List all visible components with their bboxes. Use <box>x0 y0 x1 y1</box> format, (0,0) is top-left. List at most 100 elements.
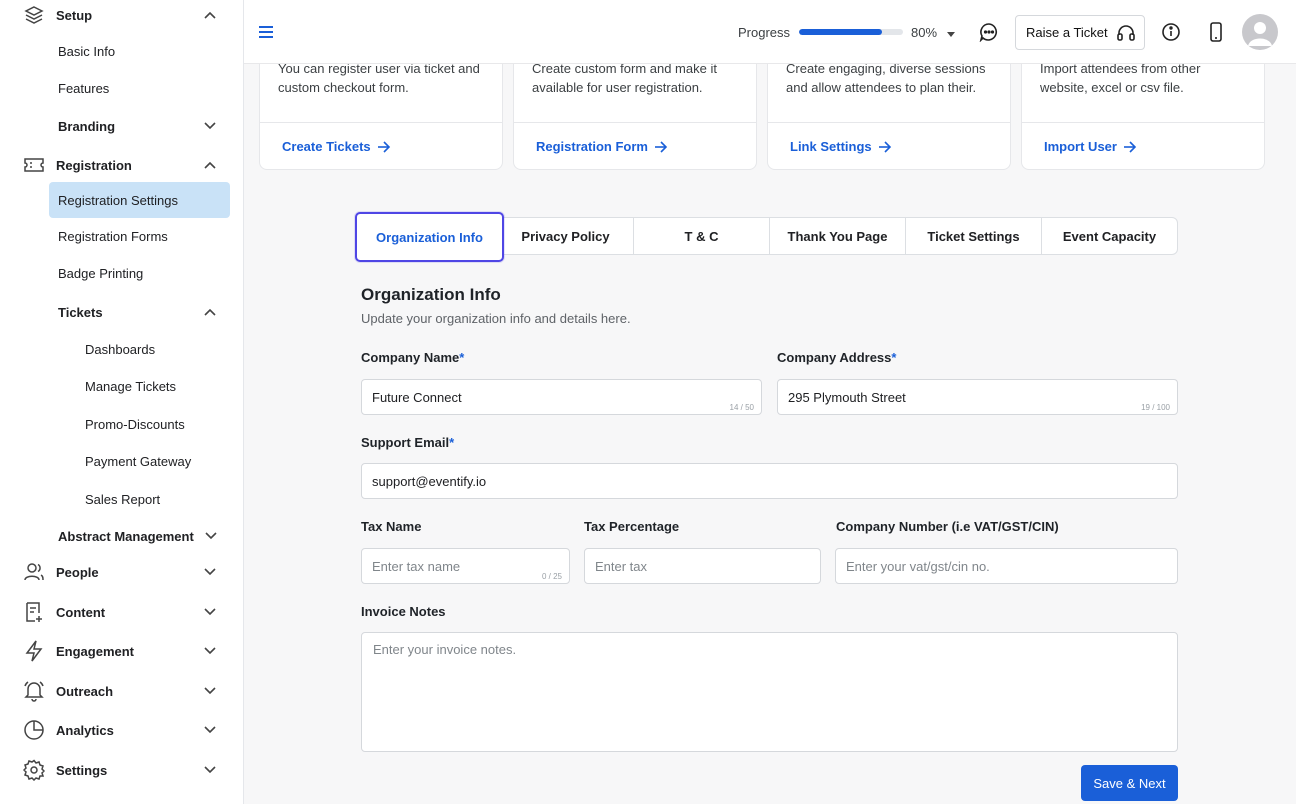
arrow-right-icon <box>1123 140 1137 153</box>
tax-percentage-input[interactable]: Enter tax <box>584 548 821 584</box>
sidebar-item-features[interactable]: Features <box>0 70 243 106</box>
sidebar-item-outreach[interactable]: Outreach <box>0 673 243 709</box>
section-subtitle: Update your organization info and detail… <box>361 311 631 326</box>
card-divider <box>768 122 1010 123</box>
tab-organization-info[interactable]: Organization Info <box>355 212 504 262</box>
input-placeholder: Enter your vat/gst/cin no. <box>846 558 990 574</box>
sidebar-label: Settings <box>56 762 108 778</box>
arrow-right-icon <box>878 140 891 153</box>
link-settings-link[interactable]: Link Settings <box>790 139 892 154</box>
sidebar-item-manage-tickets[interactable]: Manage Tickets <box>0 368 243 404</box>
sidebar-label: Dashboards <box>85 341 156 357</box>
chevron-down-icon[interactable] <box>200 562 220 582</box>
tab-privacy-policy[interactable]: Privacy Policy <box>498 218 634 254</box>
sidebar-item-setup[interactable]: Setup <box>0 0 243 33</box>
gear-icon <box>22 758 46 782</box>
arrow-right-icon <box>377 140 390 153</box>
layers-icon <box>22 3 46 27</box>
sidebar-item-analytics[interactable]: Analytics <box>0 712 243 748</box>
char-counter: 14 / 50 <box>729 403 754 412</box>
sidebar-item-payment-gateway[interactable]: Payment Gateway <box>0 443 243 479</box>
sidebar-label: Tickets <box>58 304 103 320</box>
sidebar-label: Analytics <box>56 722 114 738</box>
sidebar-item-branding[interactable]: Branding <box>0 108 243 144</box>
sidebar-label: Engagement <box>56 643 135 659</box>
tax-name-input[interactable]: Enter tax name 0 / 25 <box>361 548 570 584</box>
sidebar-item-promo-discounts[interactable]: Promo-Discounts <box>0 406 243 442</box>
document-edit-icon <box>22 600 46 624</box>
chevron-down-icon[interactable] <box>200 681 220 701</box>
info-icon[interactable] <box>1159 20 1183 44</box>
tab-label: T & C <box>684 228 719 244</box>
sidebar-item-sales-report[interactable]: Sales Report <box>0 481 243 517</box>
char-counter: 19 / 100 <box>1141 403 1170 412</box>
company-number-input[interactable]: Enter your vat/gst/cin no. <box>835 548 1178 584</box>
sidebar-item-registration[interactable]: Registration <box>0 147 243 183</box>
tax-name-label: Tax Name <box>361 519 422 534</box>
card-description: You can register user via ticket and cus… <box>278 61 480 95</box>
chevron-down-icon[interactable] <box>200 720 220 740</box>
input-value: 295 Plymouth Street <box>788 389 906 405</box>
sidebar-label: Badge Printing <box>58 265 144 281</box>
sidebar-label: Promo-Discounts <box>85 416 185 432</box>
tab-label: Event Capacity <box>1062 228 1157 244</box>
progress-percent: 80% <box>911 25 938 40</box>
tab-thank-you-page[interactable]: Thank You Page <box>770 218 906 254</box>
chevron-down-icon[interactable] <box>200 760 220 780</box>
chevron-down-icon[interactable] <box>200 602 220 622</box>
import-user-link[interactable]: Import User <box>1044 139 1137 154</box>
menu-icon[interactable] <box>258 24 274 40</box>
save-next-button[interactable]: Save & Next <box>1081 765 1178 801</box>
headset-icon <box>1116 23 1136 46</box>
chat-icon[interactable] <box>977 20 1001 44</box>
chevron-up-icon[interactable] <box>200 302 220 322</box>
sidebar-item-dashboards[interactable]: Dashboards <box>0 331 243 367</box>
sidebar-item-people[interactable]: People <box>0 554 243 590</box>
tab-terms-conditions[interactable]: T & C <box>634 218 770 254</box>
sidebar-item-abstract-management[interactable]: Abstract Management <box>0 518 243 554</box>
sidebar-label: People <box>56 564 99 580</box>
tab-label: Thank You Page <box>787 228 888 244</box>
sidebar-item-tickets[interactable]: Tickets <box>0 294 243 330</box>
chevron-up-icon[interactable] <box>200 5 220 25</box>
tab-label: Organization Info <box>376 229 483 245</box>
ticket-icon <box>22 153 46 177</box>
card-divider <box>260 122 502 123</box>
sidebar-label: Outreach <box>56 683 114 699</box>
chevron-down-icon[interactable] <box>200 116 220 136</box>
raise-ticket-label: Raise a Ticket <box>1026 25 1108 40</box>
sidebar-item-content[interactable]: Content <box>0 594 243 630</box>
card-description: Create engaging, diverse sessions and al… <box>786 61 986 95</box>
tab-label: Privacy Policy <box>521 228 610 244</box>
support-email-input[interactable]: support@eventify.io <box>361 463 1178 499</box>
card-cta-label: Create Tickets <box>282 139 371 154</box>
input-placeholder: Enter tax <box>595 558 648 574</box>
mobile-icon[interactable] <box>1204 20 1228 44</box>
create-tickets-link[interactable]: Create Tickets <box>282 139 391 154</box>
tab-event-capacity[interactable]: Event Capacity <box>1042 218 1177 254</box>
input-value: Future Connect <box>372 389 462 405</box>
sidebar-label: Basic Info <box>58 43 116 59</box>
sidebar-item-badge-printing[interactable]: Badge Printing <box>0 255 243 291</box>
invoice-notes-label: Invoice Notes <box>361 604 446 619</box>
sidebar-item-registration-forms[interactable]: Registration Forms <box>0 218 243 254</box>
card-cta-label: Link Settings <box>790 139 872 154</box>
sidebar-item-registration-settings[interactable]: Registration Settings <box>0 182 243 218</box>
sidebar-item-engagement[interactable]: Engagement <box>0 633 243 669</box>
registration-form-link[interactable]: Registration Form <box>536 139 668 154</box>
section-title: Organization Info <box>361 285 501 304</box>
raise-ticket-button[interactable]: Raise a Ticket <box>1015 15 1145 50</box>
caret-down-icon[interactable] <box>945 27 957 39</box>
chevron-down-icon[interactable] <box>200 641 220 661</box>
invoice-notes-textarea[interactable]: Enter your invoice notes. <box>361 632 1178 752</box>
company-address-input[interactable]: 295 Plymouth Street 19 / 100 <box>777 379 1178 415</box>
sidebar-label: Manage Tickets <box>85 378 177 394</box>
tab-ticket-settings[interactable]: Ticket Settings <box>906 218 1042 254</box>
sidebar-item-basic-info[interactable]: Basic Info <box>0 33 243 69</box>
chevron-down-icon[interactable] <box>201 526 221 546</box>
chevron-up-icon[interactable] <box>200 155 220 175</box>
avatar[interactable] <box>1242 14 1278 50</box>
progress-fill <box>799 29 883 35</box>
company-name-input[interactable]: Future Connect 14 / 50 <box>361 379 762 415</box>
sidebar-item-settings[interactable]: Settings <box>0 752 243 788</box>
